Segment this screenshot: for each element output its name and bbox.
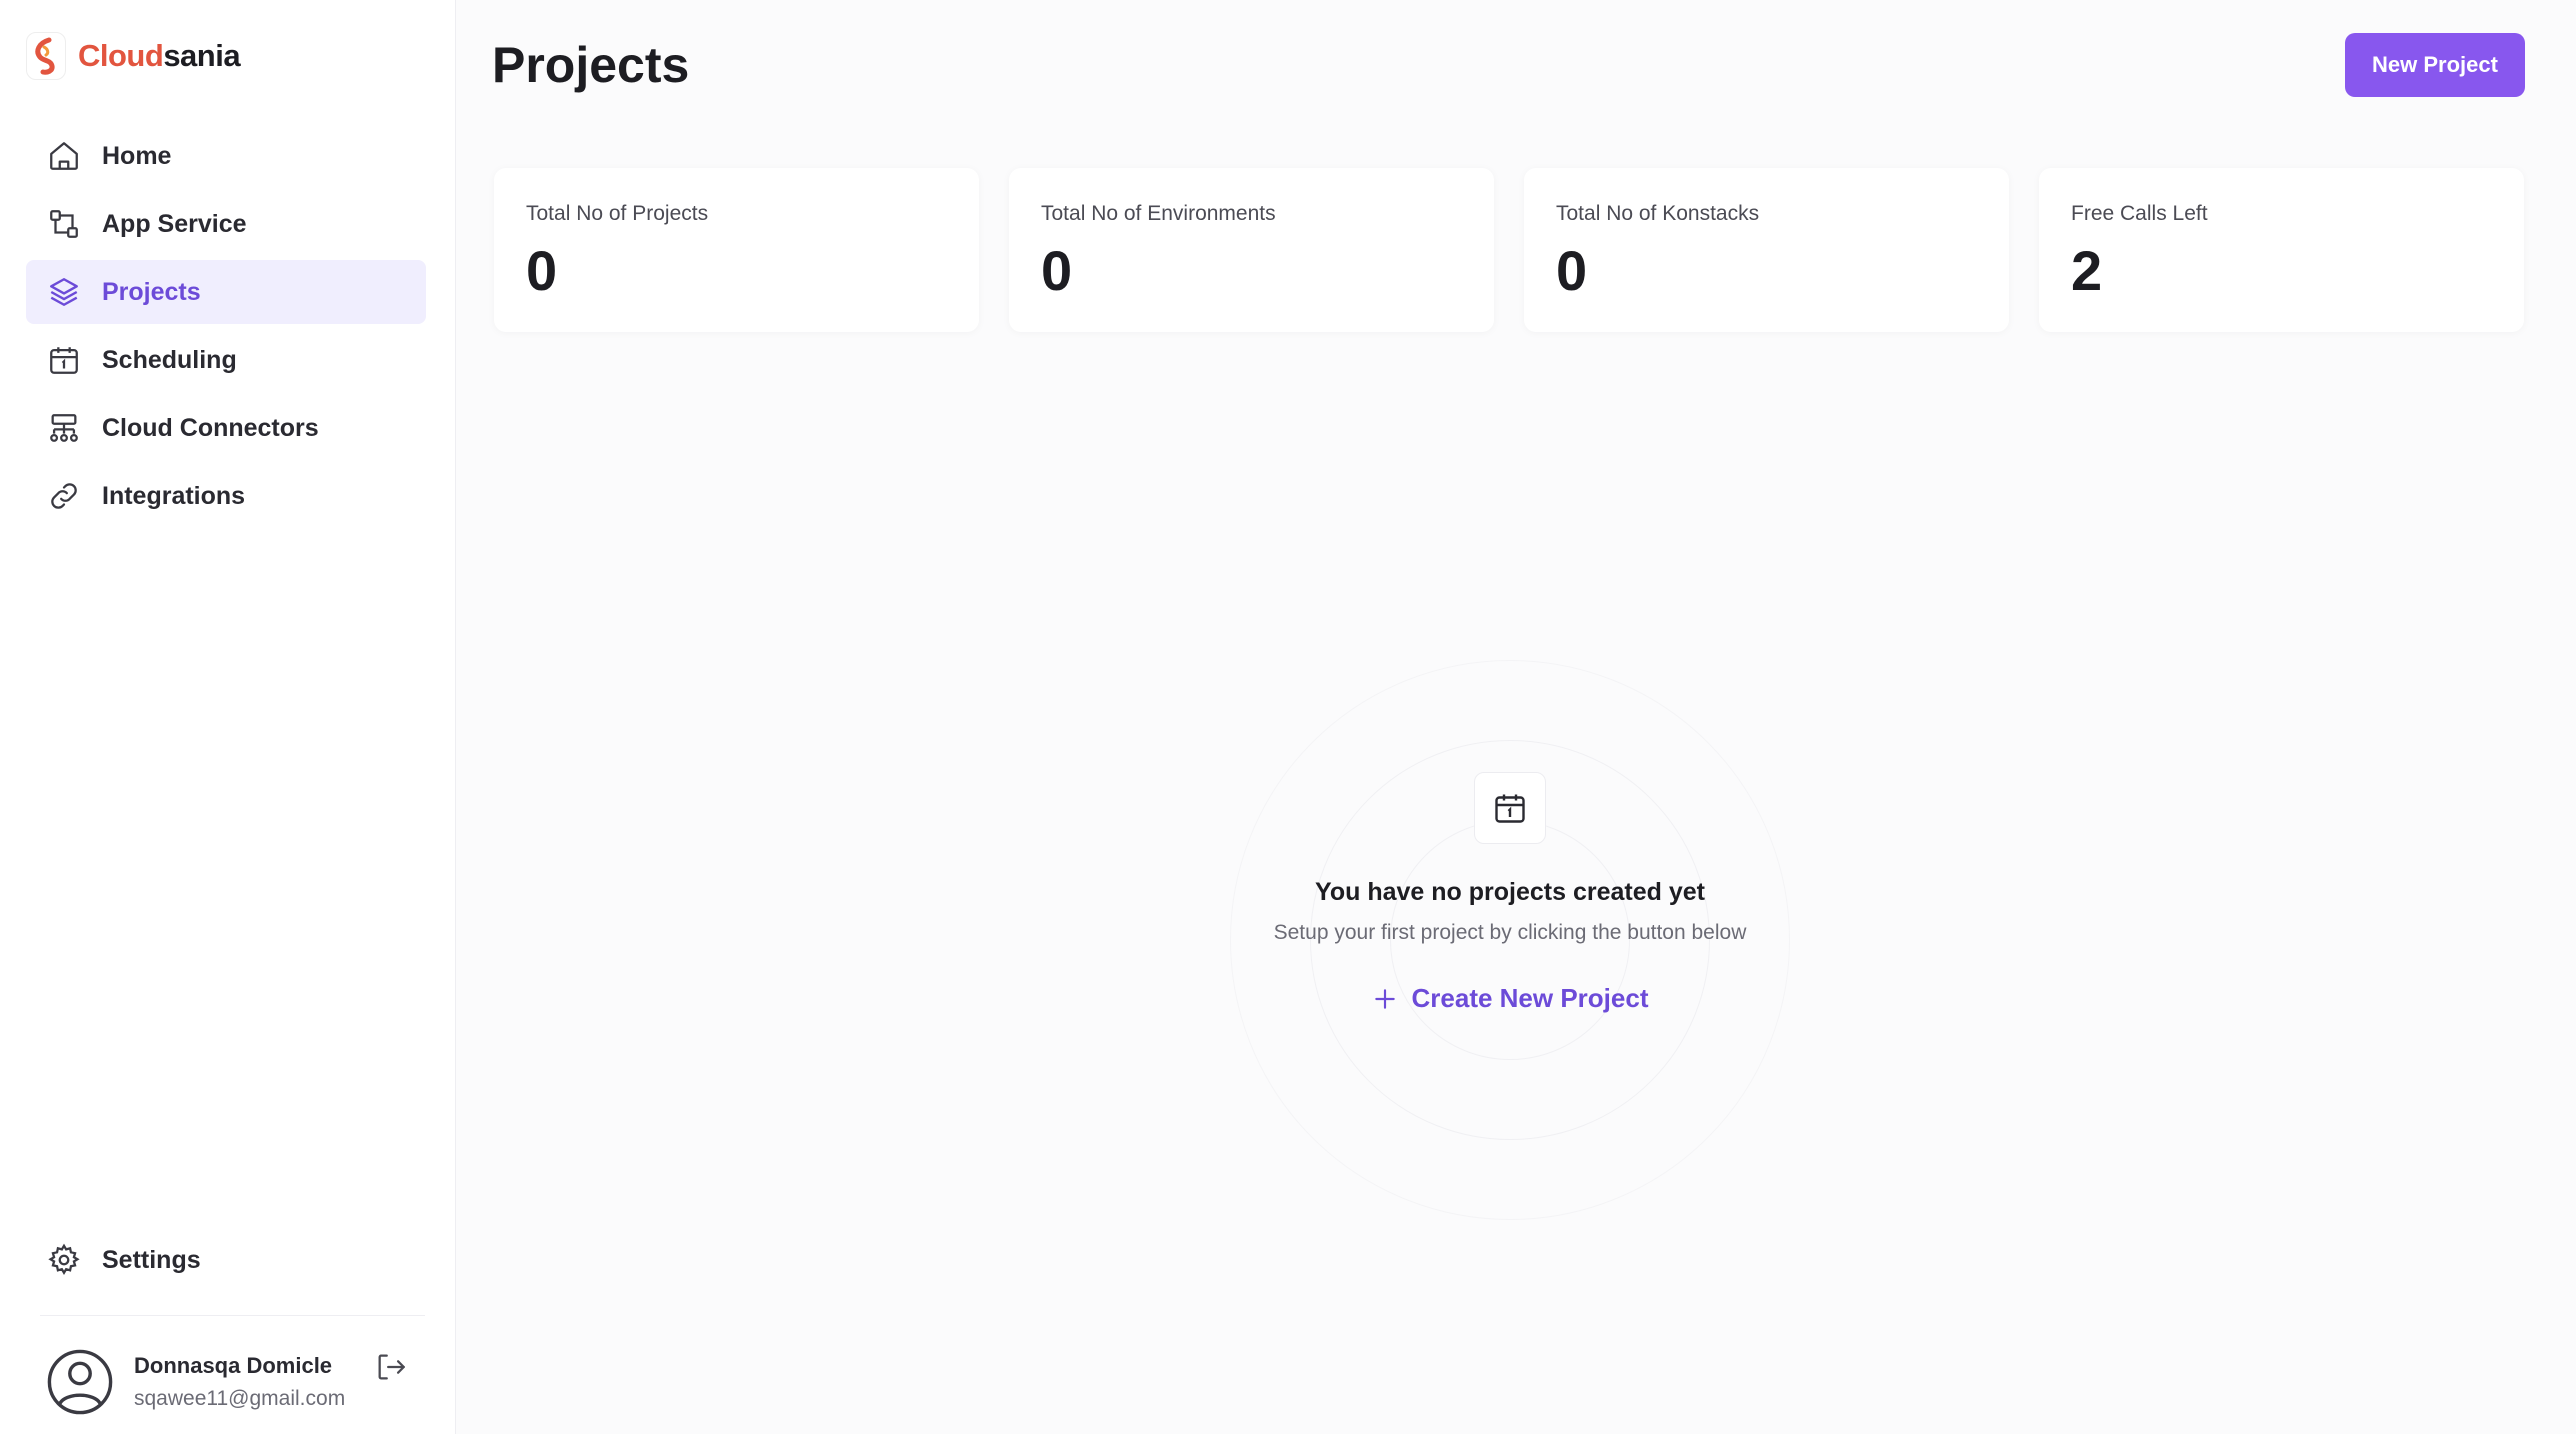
plus-icon — [1374, 988, 1395, 1009]
cloudsania-logo-icon — [26, 32, 66, 80]
calendar-icon — [1495, 794, 1525, 823]
gear-icon — [46, 1242, 82, 1278]
avatar — [47, 1349, 113, 1415]
stat-label: Total No of Konstacks — [1556, 202, 1760, 225]
brand-logo[interactable]: Cloudsania — [26, 32, 241, 80]
empty-state-subtitle: Setup your first project by clicking the… — [1273, 921, 1747, 944]
stat-value: 0 — [1556, 239, 1588, 302]
sidebar-item-label: Cloud Connectors — [102, 413, 319, 442]
stat-label: Total No of Environments — [1041, 202, 1276, 225]
sidebar-item-label: Integrations — [102, 481, 246, 510]
logout-icon[interactable] — [374, 1350, 408, 1384]
sidebar-item-scheduling[interactable]: Scheduling — [26, 328, 426, 392]
brand-name-part1: Cloud — [78, 38, 164, 73]
stats-row: Total No of Projects 0 Total No of Envir… — [494, 168, 2524, 332]
user-info: Donnasqa Domicle sqawee11@gmail.com — [134, 1353, 345, 1411]
sidebar-item-projects[interactable]: Projects — [26, 260, 426, 324]
sidebar-item-app-service[interactable]: App Service — [26, 192, 426, 256]
sidebar-item-cloud-connectors[interactable]: Cloud Connectors — [26, 396, 426, 460]
stat-value: 0 — [1041, 239, 1073, 302]
page-title: Projects — [492, 37, 690, 93]
sidebar-item-settings[interactable]: Settings — [26, 1228, 426, 1292]
brand-name-part2: sania — [163, 38, 241, 73]
sidebar: Cloudsania Home App Service Projects Sch… — [0, 0, 456, 1434]
empty-state-icon-box — [1474, 772, 1546, 844]
create-new-project-label: Create New Project — [1411, 983, 1649, 1013]
sidebar-item-home[interactable]: Home — [26, 124, 426, 188]
stat-card-konstacks: Total No of Konstacks 0 — [1524, 168, 2009, 332]
settings-section: Settings — [26, 1228, 426, 1296]
stat-value: 0 — [526, 239, 558, 302]
stat-label: Total No of Projects — [526, 202, 709, 225]
user-profile[interactable]: Donnasqa Domicle sqawee11@gmail.com — [46, 1348, 345, 1416]
layers-icon — [46, 274, 82, 310]
stat-card-environments: Total No of Environments 0 — [1009, 168, 1494, 332]
calendar-icon — [46, 342, 82, 378]
sidebar-item-label: Home — [102, 141, 172, 170]
create-new-project-button[interactable]: Create New Project — [1372, 983, 1649, 1014]
sidebar-item-label: App Service — [102, 209, 247, 238]
main-nav: Home App Service Projects Scheduling Clo… — [26, 124, 426, 532]
network-icon — [46, 410, 82, 446]
stat-value: 2 — [2071, 239, 2103, 302]
stat-card-free-calls: Free Calls Left 2 — [2039, 168, 2524, 332]
user-name: Donnasqa Domicle — [134, 1353, 333, 1378]
new-project-button[interactable]: New Project — [2345, 33, 2525, 97]
empty-state-title: You have no projects created yet — [1315, 878, 1705, 906]
link-icon — [46, 478, 82, 514]
app-service-icon — [46, 206, 82, 242]
sidebar-divider — [40, 1315, 425, 1316]
sidebar-item-label: Projects — [102, 277, 201, 306]
sidebar-item-label: Scheduling — [102, 345, 237, 374]
home-icon — [46, 138, 82, 174]
stat-card-projects: Total No of Projects 0 — [494, 168, 979, 332]
sidebar-item-integrations[interactable]: Integrations — [26, 464, 426, 528]
sidebar-item-label: Settings — [102, 1245, 201, 1274]
stat-label: Free Calls Left — [2071, 202, 2208, 225]
empty-state: You have no projects created yet Setup y… — [1160, 640, 1860, 1220]
user-email: sqawee11@gmail.com — [134, 1387, 346, 1410]
brand-name: Cloudsania — [78, 38, 241, 74]
